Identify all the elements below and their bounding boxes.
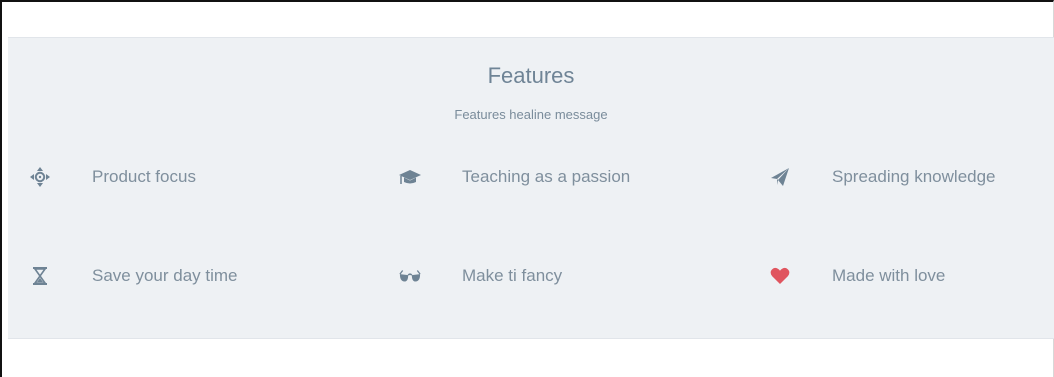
feature-label: Spreading knowledge	[832, 167, 996, 186]
feature-label: Product focus	[92, 167, 196, 186]
hourglass-icon	[29, 265, 51, 287]
graduation-cap-icon	[399, 166, 421, 188]
heart-icon	[769, 265, 791, 287]
features-section: Features Features healine message Produc…	[8, 37, 1054, 339]
feature-label: Save your day time	[92, 266, 238, 285]
section-subtitle: Features healine message	[454, 107, 608, 122]
crosshair-move-icon	[29, 166, 51, 188]
feature-label: Make ti fancy	[462, 266, 563, 285]
feature-label: Made with love	[832, 266, 946, 285]
sunglasses-icon	[399, 265, 421, 287]
section-title: Features	[487, 63, 575, 88]
paper-plane-icon	[769, 166, 791, 188]
feature-label: Teaching as a passion	[462, 167, 631, 186]
